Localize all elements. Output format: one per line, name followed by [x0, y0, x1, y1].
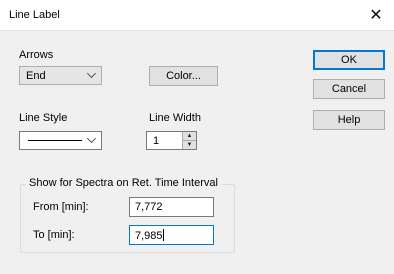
close-icon[interactable]: ✕ — [358, 0, 394, 30]
from-input[interactable]: 7,772 — [129, 197, 214, 217]
color-button[interactable]: Color... — [149, 66, 218, 86]
line-style-label: Line Style — [19, 112, 68, 124]
ok-button[interactable]: OK — [313, 50, 385, 70]
spin-up-icon[interactable]: ▲ — [183, 132, 196, 141]
from-label: From [min]: — [33, 201, 89, 213]
cancel-button[interactable]: Cancel — [313, 79, 385, 99]
to-label: To [min]: — [33, 229, 75, 241]
spin-down-icon[interactable]: ▼ — [183, 141, 196, 149]
help-button[interactable]: Help — [313, 110, 385, 130]
title-bar: Line Label ✕ — [0, 0, 394, 31]
dialog-title: Line Label — [9, 9, 60, 21]
to-input[interactable]: 7,985 — [129, 225, 214, 245]
line-width-value: 1 — [153, 135, 160, 147]
line-style-dropdown[interactable] — [19, 131, 102, 150]
from-value: 7,772 — [135, 201, 163, 213]
line-width-label: Line Width — [149, 112, 201, 124]
arrows-value: End — [26, 70, 46, 82]
text-caret — [162, 229, 164, 241]
time-interval-group-label: Show for Spectra on Ret. Time Interval — [26, 177, 221, 189]
to-value: 7,985 — [135, 230, 163, 242]
arrows-dropdown[interactable]: End — [19, 66, 102, 85]
line-width-spinner[interactable]: ▲ ▼ — [182, 132, 196, 149]
chevron-down-icon — [87, 134, 96, 143]
arrows-label: Arrows — [19, 49, 54, 61]
line-style-sample — [28, 140, 82, 141]
chevron-down-icon — [87, 69, 96, 78]
